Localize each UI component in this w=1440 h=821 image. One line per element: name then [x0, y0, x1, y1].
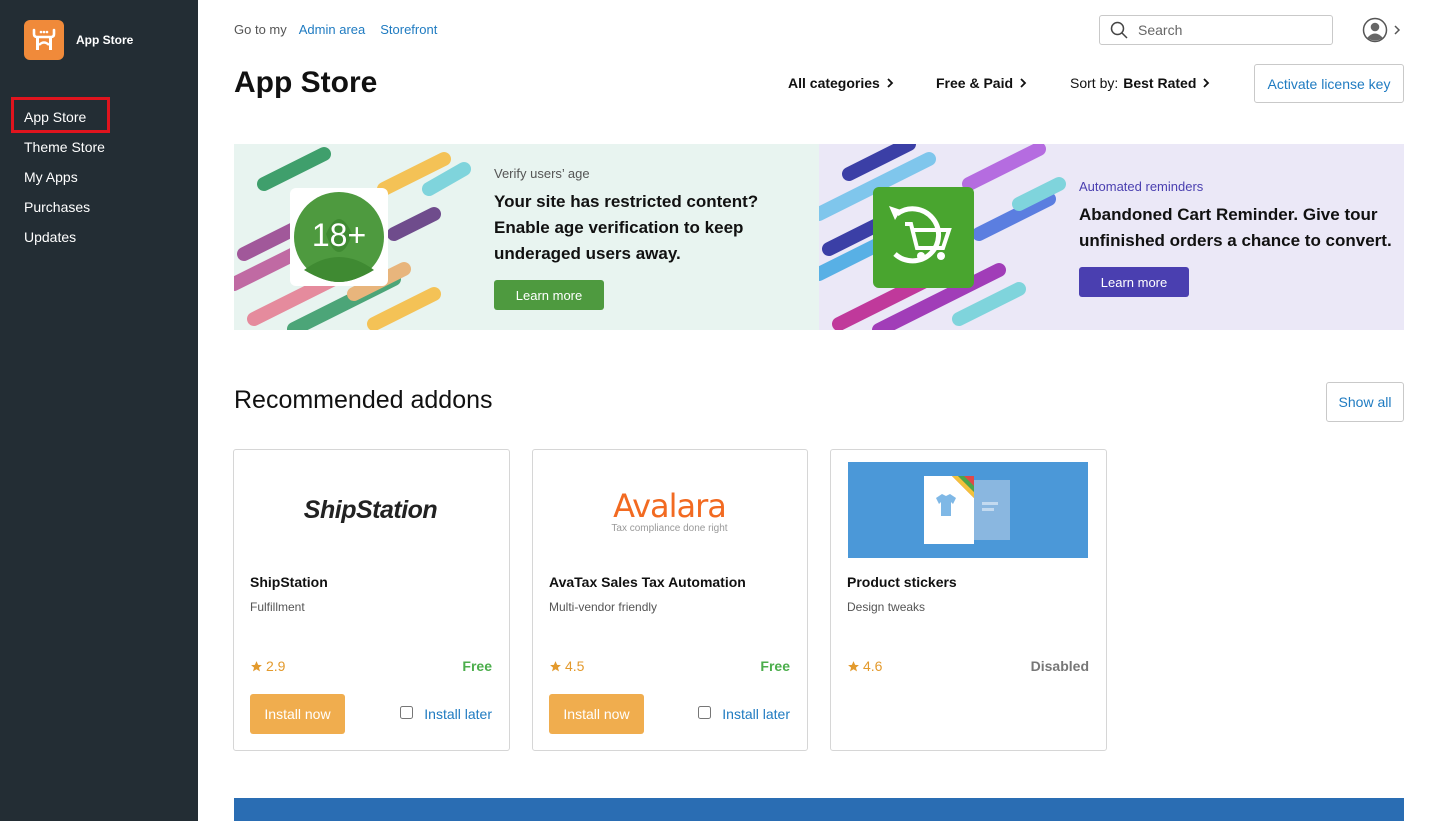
banner-kicker: Verify users’ age — [494, 166, 590, 181]
age-badge: 18+ — [311, 217, 367, 253]
section-title: Recommended addons — [234, 386, 493, 414]
addon-card-product-stickers[interactable]: Product stickers Design tweaks 4.6 Disab… — [830, 449, 1107, 751]
sidebar-item-updates[interactable]: Updates — [0, 222, 198, 252]
addon-rating: 2.9 — [250, 658, 285, 674]
bottom-banner-edge — [234, 798, 1404, 821]
promo-banner-age-verification[interactable]: 18+ Verify users’ age Your site has rest… — [234, 144, 819, 330]
pricing-filter[interactable]: Free & Paid — [936, 75, 1027, 91]
goto-label: Go to my — [234, 22, 287, 37]
product-stickers-illustration — [924, 476, 1010, 544]
install-later-toggle[interactable]: Install later — [400, 705, 492, 722]
account-menu[interactable] — [1362, 17, 1402, 43]
promo-banner-cart-reminder[interactable]: Automated reminders Abandoned Cart Remin… — [819, 144, 1404, 330]
addon-logo: ShipStation — [250, 462, 491, 558]
sort-label: Sort by: — [1070, 75, 1119, 91]
categories-filter-label: All categories — [788, 75, 880, 91]
store-logo-icon — [24, 20, 64, 60]
sidebar-item-app-store[interactable]: App Store — [0, 97, 198, 133]
headline-line: unfinished orders a chance to convert. — [1079, 231, 1392, 250]
banner-headline: Abandoned Cart Reminder. Give tour unfin… — [1079, 202, 1392, 254]
banner-stripes-illustration — [819, 144, 1066, 330]
rating-value: 4.6 — [863, 658, 883, 674]
page-title: App Store — [234, 66, 378, 99]
headline-line: underaged users away. — [494, 244, 681, 263]
rating-value: 2.9 — [266, 658, 286, 674]
banner-headline: Your site has restricted content? Enable… — [494, 189, 758, 267]
pricing-filter-label: Free & Paid — [936, 75, 1014, 91]
goto-bar: Go to my Admin area Storefront — [234, 22, 452, 37]
install-later-label: Install later — [424, 706, 492, 722]
banner-kicker: Automated reminders — [1079, 179, 1204, 194]
addon-status: Disabled — [1030, 658, 1089, 674]
show-all-button[interactable]: Show all — [1326, 382, 1404, 422]
install-later-checkbox[interactable] — [698, 705, 712, 719]
addon-rating: 4.5 — [549, 658, 584, 674]
headline-line: Abandoned Cart Reminder. Give tour — [1079, 205, 1378, 224]
addon-category: Fulfillment — [250, 600, 305, 614]
chevron-right-icon — [887, 78, 894, 88]
chevron-right-icon — [1394, 25, 1401, 35]
install-now-button[interactable]: Install now — [549, 694, 644, 734]
install-later-label: Install later — [722, 706, 790, 722]
addon-name: Product stickers — [847, 574, 957, 590]
sidebar: App Store App Store Theme Store My Apps … — [0, 0, 198, 821]
addon-rating: 4.6 — [847, 658, 882, 674]
categories-filter[interactable]: All categories — [788, 75, 894, 91]
chevron-right-icon — [1203, 78, 1210, 88]
user-avatar-icon — [1362, 17, 1388, 43]
addon-price: Free — [462, 658, 492, 674]
addon-category: Design tweaks — [847, 600, 926, 614]
sidebar-item-theme-store[interactable]: Theme Store — [0, 132, 198, 162]
star-icon — [848, 660, 859, 671]
addon-name: ShipStation — [250, 574, 328, 590]
star-icon — [251, 660, 262, 671]
addon-category: Multi-vendor friendly — [549, 600, 658, 614]
sort-value: Best Rated — [1123, 75, 1197, 91]
sort-filter[interactable]: Sort by: Best Rated — [1070, 75, 1210, 91]
learn-more-button[interactable]: Learn more — [494, 280, 604, 310]
avalara-tagline: Tax compliance done right — [611, 522, 728, 534]
addon-price: Free — [760, 658, 790, 674]
addon-card-avatax[interactable]: Avalara Tax compliance done right AvaTax… — [532, 449, 808, 751]
search-input[interactable] — [1138, 22, 1318, 38]
addon-thumbnail — [848, 462, 1088, 558]
install-now-button[interactable]: Install now — [250, 694, 345, 734]
headline-line: Your site has restricted content? — [494, 192, 759, 211]
avalara-logo: Avalara — [613, 486, 727, 525]
brand[interactable]: App Store — [24, 20, 133, 60]
addon-name: AvaTax Sales Tax Automation — [549, 574, 746, 590]
addon-card-shipstation[interactable]: ShipStation ShipStation Fulfillment 2.9 … — [233, 449, 510, 751]
storefront-link[interactable]: Storefront — [380, 22, 437, 37]
sidebar-item-purchases[interactable]: Purchases — [0, 192, 198, 222]
sidebar-item-my-apps[interactable]: My Apps — [0, 162, 198, 192]
install-later-checkbox[interactable] — [400, 705, 414, 719]
rating-value: 4.5 — [565, 658, 585, 674]
admin-area-link[interactable]: Admin area — [299, 22, 365, 37]
install-later-toggle[interactable]: Install later — [698, 705, 790, 722]
headline-line: Enable age verification to keep — [494, 218, 744, 237]
search-box[interactable] — [1099, 15, 1333, 45]
sidebar-nav: App Store Theme Store My Apps Purchases … — [0, 97, 198, 252]
activate-license-button[interactable]: Activate license key — [1254, 64, 1404, 103]
star-icon — [550, 660, 561, 671]
search-icon — [1110, 21, 1128, 39]
brand-name: App Store — [76, 33, 134, 47]
chevron-right-icon — [1020, 78, 1027, 88]
learn-more-button[interactable]: Learn more — [1079, 267, 1189, 297]
addon-logo: Avalara Tax compliance done right — [549, 462, 790, 558]
shipstation-logo: ShipStation — [303, 495, 438, 524]
